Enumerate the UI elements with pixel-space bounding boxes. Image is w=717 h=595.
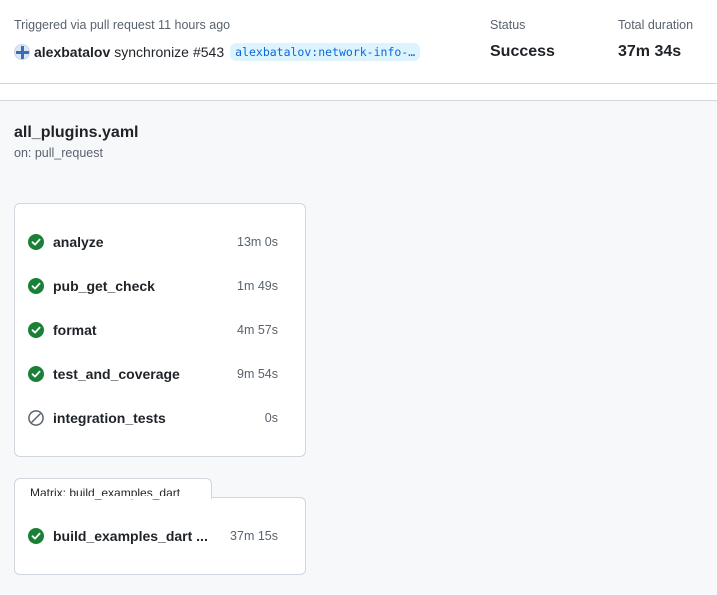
job-duration: 13m 0s [237,235,278,249]
job-pub-get-check[interactable]: pub_get_check 1m 49s [28,274,278,298]
job-build-examples-dart[interactable]: build_examples_dart ... 37m 15s [28,524,278,548]
check-circle-icon [28,528,44,544]
job-name: integration_tests [53,410,166,426]
job-analyze[interactable]: analyze 13m 0s [28,230,278,254]
pull-request-link[interactable]: #543 [193,44,224,60]
actor-link[interactable]: alexbatalov [34,44,110,60]
job-name: analyze [53,234,104,250]
check-circle-icon [28,278,44,294]
duration-label: Total duration [618,18,694,32]
trigger-label: Triggered via pull request 11 hours ago [14,18,231,32]
skipped-icon [28,410,44,426]
avatar[interactable] [14,44,30,60]
duration-stat: Total duration 37m 34s [618,18,693,61]
job-name: pub_get_check [53,278,155,294]
run-summary-header: Triggered via pull request 11 hours ago … [0,0,717,84]
header-spacer [0,84,717,100]
divider [0,100,717,101]
job-name: test_and_coverage [53,366,180,382]
status-label: Status [490,18,526,32]
job-test-and-coverage[interactable]: test_and_coverage 9m 54s [28,362,278,386]
job-duration: 9m 54s [237,367,278,381]
check-circle-icon [28,322,44,338]
status-value: Success [490,43,555,60]
check-circle-icon [28,366,44,382]
job-integration-tests[interactable]: integration_tests 0s [28,406,278,430]
workflow-trigger: on: pull_request [14,146,103,160]
status-stat: Status Success [490,18,555,61]
matrix-tab-join [15,496,211,499]
job-duration: 37m 15s [230,529,278,543]
workflow-file-title[interactable]: all_plugins.yaml [14,124,138,142]
duration-value: 37m 34s [618,43,682,60]
job-name: format [53,322,97,338]
job-format[interactable]: format 4m 57s [28,318,278,342]
trigger-details: alexbatalov synchronize #543 alexbatalov… [14,42,421,62]
event-name: synchronize [114,44,189,60]
job-duration: 0s [264,411,278,425]
check-circle-icon [28,234,44,250]
job-duration: 4m 57s [237,323,278,337]
job-name: build_examples_dart ... [53,528,208,544]
job-duration: 1m 49s [237,279,278,293]
branch-label[interactable]: alexbatalov:network-info-… [230,43,421,61]
